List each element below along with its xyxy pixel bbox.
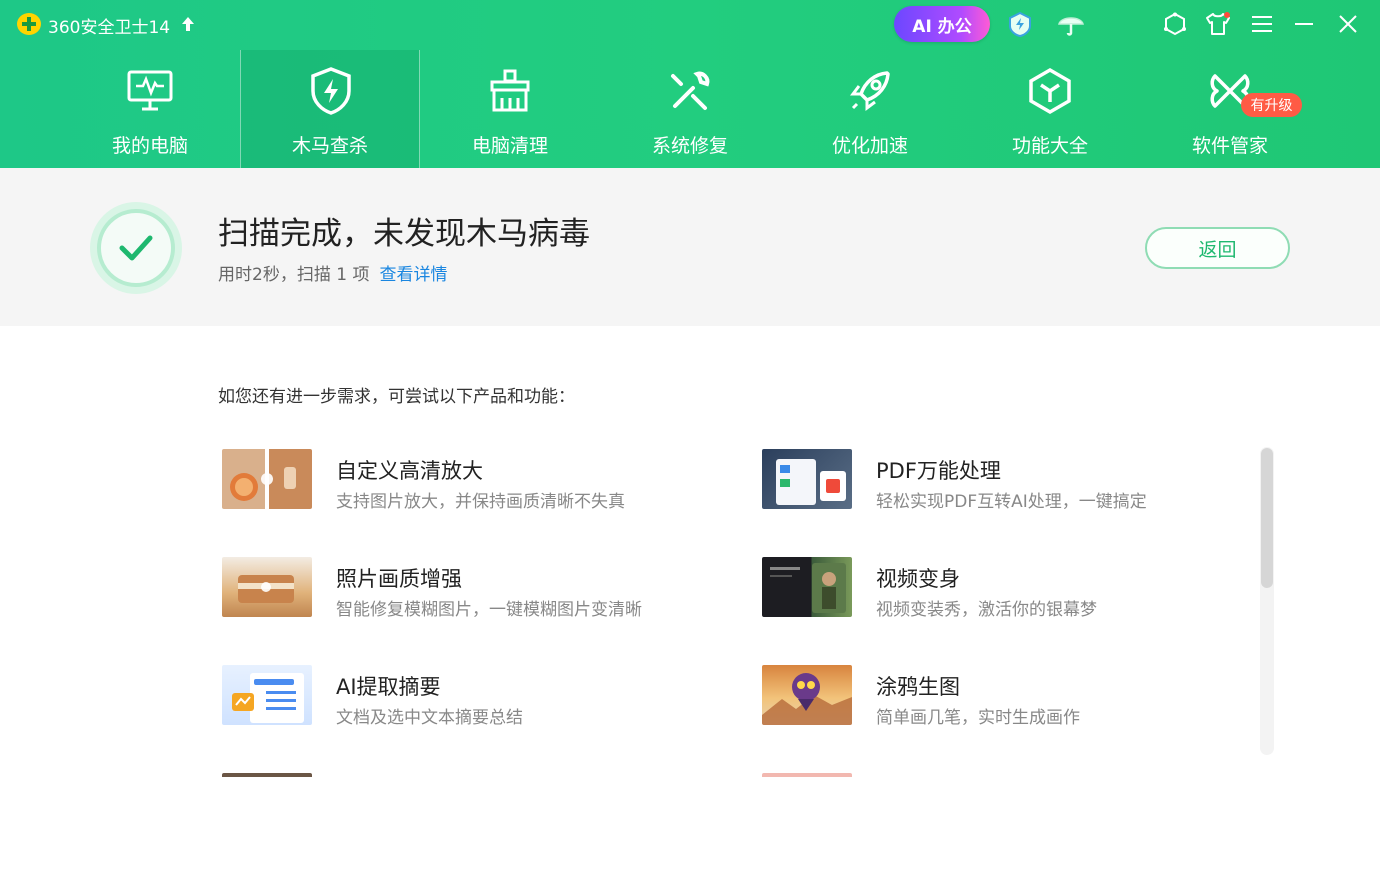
item-desc: 智能修复模糊图片，一键模糊图片变清晰 bbox=[336, 600, 642, 620]
umbrella-icon[interactable] bbox=[1057, 10, 1085, 38]
nav-item-trojan-scan[interactable]: 木马查杀 bbox=[240, 50, 420, 168]
upgrade-badge: 有升级 bbox=[1241, 93, 1302, 117]
header: 360安全卫士14 AI 办公 我的电脑 木马查杀 电脑清理 系统修复 优化加速… bbox=[0, 0, 1380, 168]
nav-item-speedup[interactable]: 优化加速 bbox=[780, 50, 960, 168]
nav-item-cleanup[interactable]: 电脑清理 bbox=[420, 50, 600, 168]
nav-label: 电脑清理 bbox=[471, 135, 548, 157]
cube-icon bbox=[1025, 66, 1075, 116]
item-title: 自定义高清放大 bbox=[336, 459, 483, 483]
item-desc: 支持图片放大，并保持画质清晰不失真 bbox=[336, 492, 625, 512]
view-details-link[interactable]: 查看详情 bbox=[379, 260, 447, 285]
success-check-icon bbox=[90, 202, 182, 294]
item-title: 视频变身 bbox=[876, 567, 960, 591]
list-item[interactable]: 涂鸦生图 简单画几笔，实时生成画作 bbox=[758, 663, 1258, 728]
menu-icon[interactable] bbox=[1248, 10, 1276, 38]
result-title: 扫描完成，未发现木马病毒 bbox=[218, 216, 590, 252]
minimize-icon[interactable] bbox=[1290, 10, 1318, 38]
back-button[interactable]: 返回 bbox=[1145, 227, 1290, 269]
item-desc: 轻松实现PDF互转AI处理，一键搞定 bbox=[876, 492, 1147, 512]
nav-label: 我的电脑 bbox=[111, 135, 188, 157]
app-logo-icon bbox=[17, 13, 41, 35]
rocket-icon bbox=[845, 66, 895, 116]
item-title: 照片画质增强 bbox=[336, 567, 462, 591]
item-title: PDF万能处理 bbox=[876, 459, 1001, 483]
list-item[interactable]: 视频变身 视频变装秀，激活你的银幕梦 bbox=[758, 555, 1258, 620]
item-desc: 简单画几笔，实时生成画作 bbox=[876, 708, 1080, 728]
list-item[interactable]: PDF万能处理 轻松实现PDF互转AI处理，一键搞定 bbox=[758, 447, 1258, 512]
close-icon[interactable] bbox=[1334, 10, 1362, 38]
broom-icon bbox=[485, 66, 535, 116]
suggestions-hint: 如您还有进一步需求，可尝试以下产品和功能： bbox=[218, 387, 575, 407]
skin-shirt-icon[interactable] bbox=[1204, 10, 1232, 38]
item-title: 涂鸦生图 bbox=[876, 675, 960, 699]
suggestions-list: 自定义高清放大 支持图片放大，并保持画质清晰不失真 PDF万能处理 轻松实现PD… bbox=[218, 447, 1258, 777]
speed-shield-icon[interactable] bbox=[1006, 10, 1034, 38]
nav-item-all-features[interactable]: 功能大全 bbox=[960, 50, 1140, 168]
nav-item-my-pc[interactable]: 我的电脑 bbox=[60, 50, 240, 168]
thumbnail-image bbox=[222, 557, 312, 617]
list-item-partial bbox=[758, 771, 1258, 777]
item-desc: 视频变装秀，激活你的银幕梦 bbox=[876, 600, 1097, 620]
nav-label: 木马查杀 bbox=[291, 135, 368, 157]
nav-label: 优化加速 bbox=[831, 135, 908, 157]
thumbnail-image bbox=[762, 449, 852, 509]
result-subtitle-row: 用时2秒，扫描 1 项 查看详情 bbox=[218, 260, 447, 285]
nav-label: 软件管家 bbox=[1191, 135, 1268, 157]
scan-result-panel: 扫描完成，未发现木马病毒 用时2秒，扫描 1 项 查看详情 返回 bbox=[0, 168, 1380, 326]
thumbnail-image bbox=[762, 557, 852, 617]
scrollbar-thumb[interactable] bbox=[1261, 448, 1273, 588]
shield-bolt-icon bbox=[306, 66, 356, 116]
title-bar: 360安全卫士14 AI 办公 bbox=[0, 0, 1380, 50]
item-title: AI提取摘要 bbox=[336, 675, 441, 699]
thumbnail-image bbox=[222, 665, 312, 725]
main-nav: 我的电脑 木马查杀 电脑清理 系统修复 优化加速 功能大全 软件管家 bbox=[60, 50, 1320, 168]
thumbnail-image bbox=[762, 773, 852, 777]
list-item[interactable]: 自定义高清放大 支持图片放大，并保持画质清晰不失真 bbox=[218, 447, 718, 512]
nav-item-repair[interactable]: 系统修复 bbox=[600, 50, 780, 168]
result-subtitle: 用时2秒，扫描 1 项 bbox=[218, 265, 370, 285]
ai-office-button[interactable]: AI 办公 bbox=[894, 6, 990, 42]
thumbnail-image bbox=[762, 665, 852, 725]
nav-label: 系统修复 bbox=[651, 135, 728, 157]
list-item-partial bbox=[218, 771, 718, 777]
nav-label: 功能大全 bbox=[1011, 135, 1088, 157]
thumbnail-image bbox=[222, 449, 312, 509]
app-title: 360安全卫士14 bbox=[48, 18, 171, 38]
monitor-icon bbox=[125, 66, 175, 116]
list-item[interactable]: AI提取摘要 文档及选中文本摘要总结 bbox=[218, 663, 718, 728]
hexagon-settings-icon[interactable] bbox=[1161, 10, 1189, 38]
upgrade-arrow-icon[interactable] bbox=[181, 16, 195, 32]
thumbnail-image bbox=[222, 773, 312, 777]
item-desc: 文档及选中文本摘要总结 bbox=[336, 708, 523, 728]
list-item[interactable]: 照片画质增强 智能修复模糊图片，一键模糊图片变清晰 bbox=[218, 555, 718, 620]
wrench-icon bbox=[665, 66, 715, 116]
